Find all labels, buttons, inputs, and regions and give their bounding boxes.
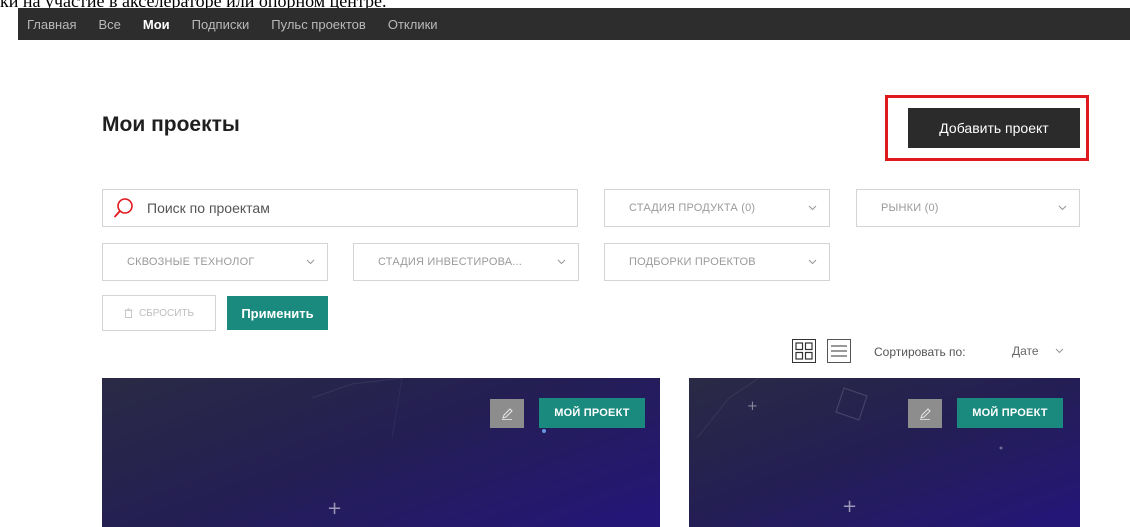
- chevron-down-icon: [808, 259, 817, 265]
- nav-item-subscriptions[interactable]: Подписки: [192, 17, 250, 32]
- investment-stage-label: СТАДИЯ ИНВЕСТИРОВА...: [378, 256, 523, 268]
- technologies-dropdown[interactable]: СКВОЗНЫЕ ТЕХНОЛОГ: [102, 243, 328, 281]
- collections-dropdown[interactable]: ПОДБОРКИ ПРОЕКТОВ: [604, 243, 830, 281]
- product-stage-dropdown[interactable]: СТАДИЯ ПРОДУКТА (0): [604, 189, 830, 227]
- project-card[interactable]: + + МОЙ ПРОЕКТ: [689, 378, 1080, 527]
- reset-button-label: СБРОСИТЬ: [138, 307, 195, 319]
- document-caption: ки на участие в акселераторе или опорном…: [0, 0, 1130, 8]
- apply-button[interactable]: Применить: [227, 296, 328, 330]
- edit-project-button[interactable]: [908, 399, 942, 428]
- chevron-down-icon: [1058, 205, 1067, 211]
- chevron-down-icon: [557, 259, 566, 265]
- svg-text:+: +: [842, 496, 857, 517]
- my-project-badge: МОЙ ПРОЕКТ: [539, 398, 645, 428]
- search-box[interactable]: [102, 189, 578, 227]
- nav-item-main[interactable]: Главная: [27, 17, 76, 32]
- pencil-icon: [920, 407, 931, 420]
- nav-item-all[interactable]: Все: [98, 17, 120, 32]
- grid-view-icon[interactable]: [792, 339, 816, 363]
- top-navigation: Главная Все Мои Подписки Пульс проектов …: [18, 8, 1130, 40]
- chevron-down-icon: [1055, 348, 1063, 354]
- add-project-button[interactable]: Добавить проект: [908, 108, 1080, 148]
- search-icon: [114, 198, 133, 218]
- investment-stage-dropdown[interactable]: СТАДИЯ ИНВЕСТИРОВА...: [353, 243, 579, 281]
- chevron-down-icon: [306, 259, 315, 265]
- list-view-icon[interactable]: [827, 339, 851, 363]
- product-stage-label: СТАДИЯ ПРОДУКТА (0): [629, 202, 756, 214]
- chevron-down-icon: [808, 205, 817, 211]
- markets-dropdown[interactable]: РЫНКИ (0): [856, 189, 1080, 227]
- technologies-label: СКВОЗНЫЕ ТЕХНОЛОГ: [127, 256, 255, 268]
- nav-item-mine[interactable]: Мои: [143, 17, 170, 32]
- svg-text:+: +: [747, 399, 758, 414]
- sort-dropdown[interactable]: Дате: [1012, 341, 1064, 361]
- collections-label: ПОДБОРКИ ПРОЕКТОВ: [629, 256, 756, 268]
- search-input[interactable]: [147, 200, 547, 216]
- pencil-icon: [502, 407, 513, 420]
- page-title: Мои проекты: [102, 113, 240, 136]
- my-project-badge: МОЙ ПРОЕКТ: [957, 398, 1063, 428]
- svg-text:+: +: [327, 498, 342, 519]
- nav-item-projects-pulse[interactable]: Пульс проектов: [271, 17, 366, 32]
- sort-label: Сортировать по:: [874, 345, 966, 359]
- project-card[interactable]: + МОЙ ПРОЕКТ: [102, 378, 660, 527]
- edit-project-button[interactable]: [490, 399, 524, 428]
- nav-item-responses[interactable]: Отклики: [388, 17, 438, 32]
- markets-label: РЫНКИ (0): [881, 202, 939, 214]
- reset-button[interactable]: СБРОСИТЬ: [102, 295, 216, 331]
- trash-icon: [124, 308, 133, 318]
- sort-value: Дате: [1012, 344, 1039, 358]
